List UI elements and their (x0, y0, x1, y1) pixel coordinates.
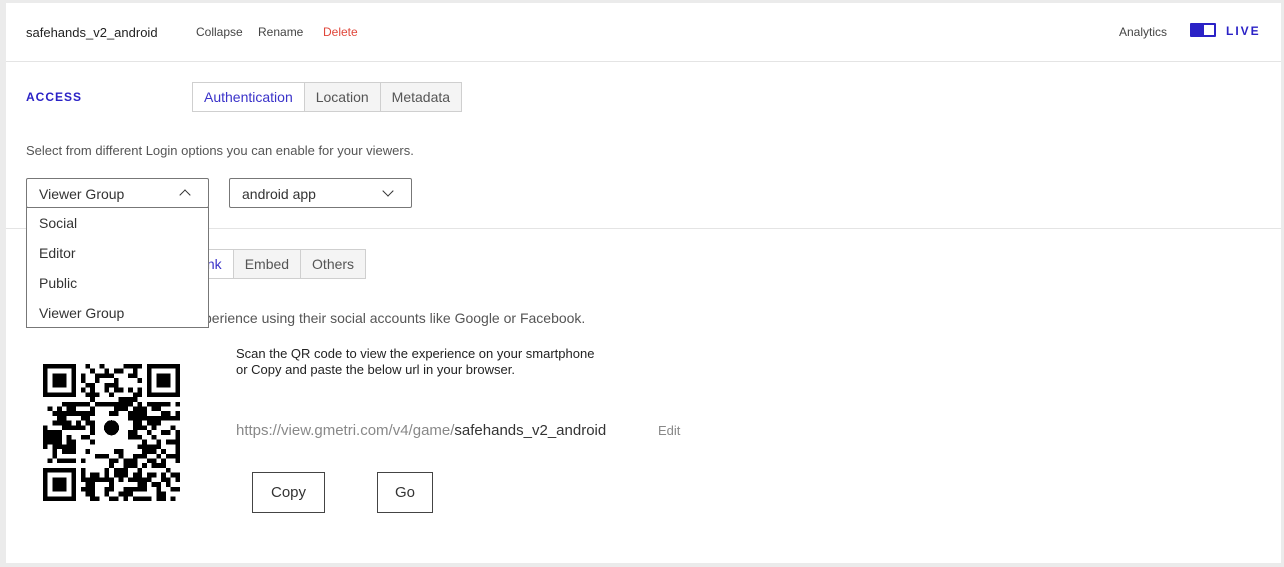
url-slug: safehands_v2_android (454, 422, 607, 439)
deployment-card: safehands_v2_android Collapse Rename Del… (6, 3, 1281, 563)
tab-location[interactable]: Location (304, 83, 381, 111)
share-url[interactable]: https://view.gmetri.com/v4/game/safehand… (236, 422, 606, 439)
dropdown-option-editor[interactable]: Editor (27, 238, 208, 268)
share-description: perience using their social accounts lik… (204, 310, 586, 326)
dropdown-option-public[interactable]: Public (27, 268, 208, 298)
tab-authentication[interactable]: Authentication (193, 83, 305, 111)
copy-button[interactable]: Copy (252, 472, 325, 513)
header-divider (6, 61, 1281, 62)
live-toggle[interactable] (1190, 23, 1216, 37)
dropdown-option-social[interactable]: Social (27, 208, 208, 238)
chevron-up-icon (179, 189, 191, 201)
scan-instructions: Scan the QR code to view the experience … (236, 346, 594, 378)
chevron-down-icon (382, 185, 394, 197)
qr-center-logo (103, 420, 120, 436)
login-type-value: Viewer Group (39, 186, 125, 202)
tab-metadata[interactable]: Metadata (380, 83, 462, 111)
url-prefix: https://view.gmetri.com/v4/game/ (236, 422, 455, 439)
live-label: LIVE (1226, 24, 1261, 38)
deployment-title: safehands_v2_android (26, 25, 158, 40)
tab-others[interactable]: Others (301, 250, 366, 278)
tab-embed[interactable]: Embed (233, 250, 302, 278)
login-type-dropdown: Social Editor Public Viewer Group (26, 207, 209, 328)
qr-code (43, 364, 180, 501)
dropdown-option-viewer-group[interactable]: Viewer Group (27, 298, 208, 328)
scan-line-2: or Copy and paste the below url in your … (236, 362, 515, 377)
access-tabs: Authentication Location Metadata (192, 82, 463, 112)
go-button[interactable]: Go (377, 472, 433, 513)
rename-link[interactable]: Rename (258, 25, 303, 39)
viewer-group-select[interactable]: android app (229, 178, 412, 208)
edit-url-link[interactable]: Edit (658, 423, 680, 438)
scan-line-1: Scan the QR code to view the experience … (236, 346, 595, 361)
collapse-link[interactable]: Collapse (196, 25, 243, 39)
access-section-label: ACCESS (26, 90, 83, 104)
delete-link[interactable]: Delete (323, 25, 358, 39)
viewer-group-value: android app (242, 186, 316, 202)
share-tabs: Link Embed Others (184, 249, 367, 279)
login-type-select[interactable]: Viewer Group (26, 178, 209, 208)
access-description: Select from different Login options you … (26, 143, 414, 158)
toggle-knob (1192, 25, 1204, 35)
analytics-link[interactable]: Analytics (1119, 25, 1167, 39)
